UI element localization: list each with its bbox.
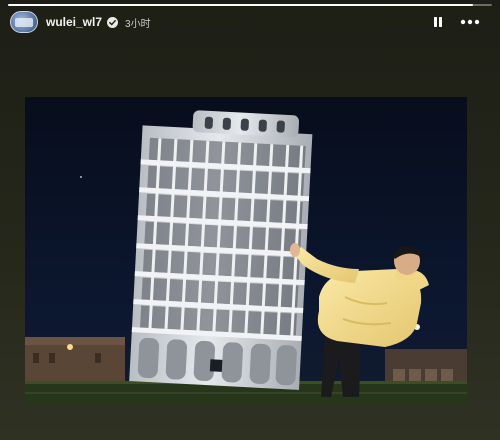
- story-header: wulei_wl7 3小时: [10, 10, 490, 34]
- story-progress-bar: [8, 4, 492, 6]
- pause-button[interactable]: [428, 12, 448, 32]
- avatar[interactable]: [10, 11, 38, 33]
- story-progress-fill: [8, 4, 473, 6]
- more-options-icon: [460, 19, 480, 25]
- more-options-button[interactable]: [458, 12, 482, 32]
- tower: [129, 110, 313, 390]
- pause-icon: [434, 17, 442, 27]
- left-building: [25, 343, 125, 383]
- leaning-tower-photo: [25, 97, 467, 403]
- story-photo[interactable]: [25, 97, 467, 403]
- verified-badge-icon: [107, 16, 119, 28]
- post-time: 3小时: [125, 18, 151, 30]
- username[interactable]: wulei_wl7: [46, 15, 102, 29]
